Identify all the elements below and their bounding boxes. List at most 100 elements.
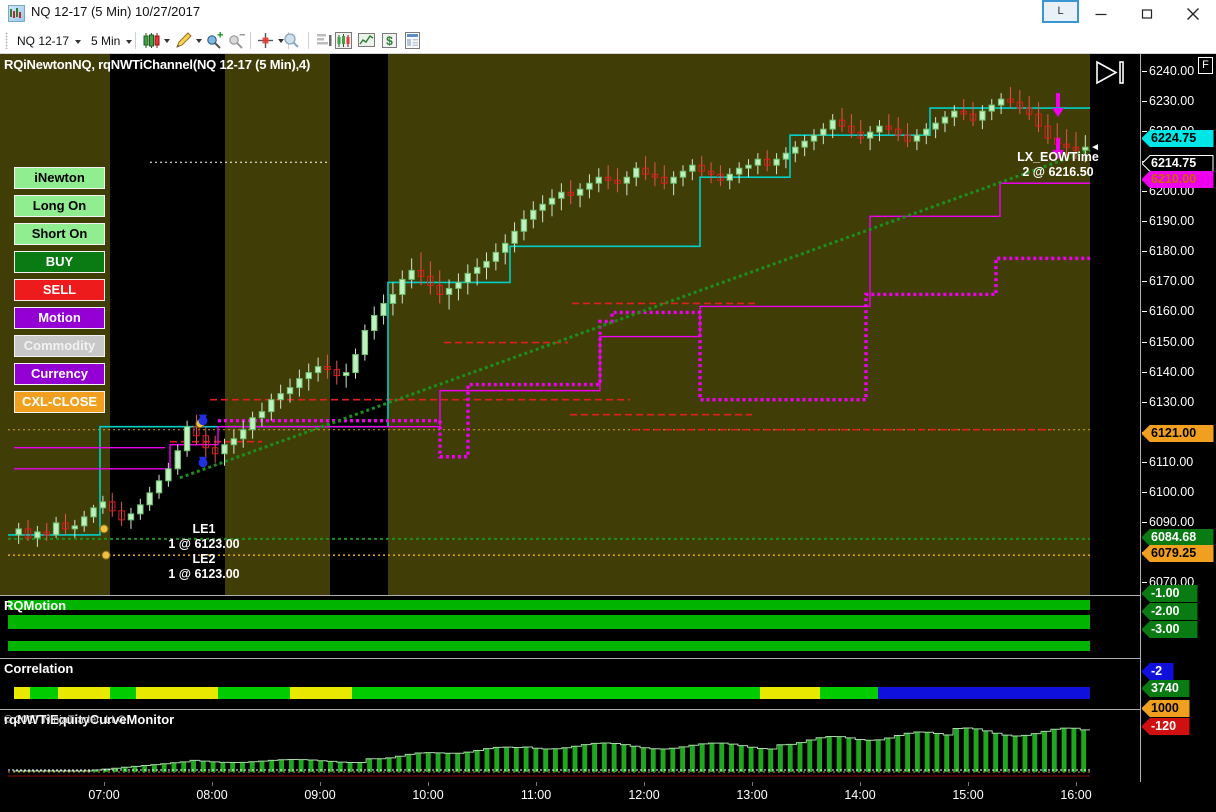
order-button-panel[interactable]: iNewton Long On Short On BUY SELL Motion Commo…	[14, 167, 105, 419]
toolbar-separator	[308, 32, 309, 49]
toolbar-separator	[250, 32, 251, 49]
marker-value: 1000	[1151, 701, 1179, 715]
toolbar-separator	[135, 32, 136, 49]
order-button-motion[interactable]: Motion	[14, 307, 105, 329]
equity-pane[interactable]: rqNWTiEquityCurveMonitor	[0, 709, 1140, 782]
order-entry-icon[interactable]: $	[380, 31, 399, 50]
drawing-tools-icon[interactable]	[174, 31, 193, 50]
time-label: 11:00	[520, 788, 552, 802]
time-label: 16:00	[1060, 788, 1092, 802]
annotation-le1: LE1 1 @ 6123.00	[168, 522, 239, 552]
marker-value: 6079.25	[1151, 546, 1197, 560]
time-tick	[644, 782, 645, 786]
marker-value: 6121.00	[1151, 426, 1197, 440]
instrument-selector[interactable]: NQ 12-17	[12, 30, 86, 51]
toolbar-grip[interactable]	[5, 32, 8, 49]
order-button-sell[interactable]: SELL	[14, 279, 105, 301]
layout-button[interactable]: L	[1042, 0, 1079, 23]
time-tick	[860, 782, 861, 786]
chart-icon	[8, 5, 25, 22]
chevron-down-icon	[126, 40, 133, 44]
zoom-in-icon[interactable]	[205, 31, 224, 50]
annotation-le2: LE2 1 @ 6123.00	[168, 552, 239, 582]
chevron-down-icon[interactable]	[164, 39, 170, 43]
instrument-value: NQ 12-17	[17, 34, 70, 48]
window-title: NQ 12-17 (5 Min) 10/27/2017	[31, 4, 201, 19]
correlation-plot	[14, 687, 1090, 699]
strategies-icon[interactable]	[357, 31, 376, 50]
annotation-detail: 2 @ 6216.50	[1022, 165, 1094, 179]
time-tick	[104, 782, 105, 786]
flatten-indicator[interactable]: F	[1198, 57, 1213, 74]
end-of-data-icon	[1094, 59, 1128, 92]
order-button-cxl-close[interactable]: CXL-CLOSE	[14, 391, 105, 413]
time-label: 10:00	[412, 788, 444, 802]
chart-area[interactable]: RQiNewtonNQ, rqNWTiChannel(NQ 12-17 (5 M…	[0, 54, 1216, 812]
annotation-label: LX_EOWTime	[1017, 150, 1099, 164]
order-button-inewton[interactable]: iNewton	[14, 167, 105, 189]
chevron-down-icon[interactable]	[196, 39, 202, 43]
time-label: 15:00	[952, 788, 984, 802]
time-label: 14:00	[844, 788, 876, 802]
time-label: 13:00	[736, 788, 768, 802]
marker-value: -120	[1151, 719, 1177, 733]
magnifier-icon[interactable]	[282, 31, 301, 50]
rqmotion-plot	[8, 600, 1090, 651]
annotation-detail: 1 @ 6123.00	[168, 537, 240, 551]
zoom-out-icon[interactable]	[227, 31, 246, 50]
interval-value: 5 Min	[91, 34, 121, 48]
candlestick-style-icon[interactable]	[142, 31, 161, 50]
time-tick	[320, 782, 321, 786]
chart-title: RQiNewtonNQ, rqNWTiChannel(NQ 12-17 (5 M…	[4, 57, 311, 72]
minimize-icon[interactable]	[1078, 0, 1124, 27]
annotation-label: LE2	[192, 552, 216, 566]
time-axis[interactable]: 07:00 08:00 09:00 10:00 11:00 12:00 13:00 14:00…	[0, 782, 1140, 812]
time-tick	[536, 782, 537, 786]
time-tick	[428, 782, 429, 786]
copyright-text: © 2017 NinjaTrader, LLC	[4, 714, 126, 726]
chevron-down-icon	[75, 40, 82, 44]
annotation-detail: 1 @ 6123.00	[168, 567, 240, 581]
time-label: 09:00	[304, 788, 336, 802]
data-series-icon[interactable]	[315, 31, 334, 50]
correlation-pane[interactable]: Correlation	[0, 658, 1140, 709]
time-tick	[212, 782, 213, 786]
time-tick	[752, 782, 753, 786]
interval-selector[interactable]: 5 Min	[86, 30, 137, 51]
time-label: 07:00	[88, 788, 120, 802]
ninjatrader-chart-window: NQ 12-17 (5 Min) 10/27/2017 L NQ 12-17 5…	[0, 0, 1216, 812]
crosshair-icon[interactable]	[256, 31, 275, 50]
order-button-short-on[interactable]: Short On	[14, 223, 105, 245]
marker-value: 6214.75	[1151, 156, 1197, 170]
toolbar: NQ 12-17 5 Min $	[0, 27, 1216, 54]
price-plot	[8, 87, 1098, 560]
time-label: 12:00	[628, 788, 660, 802]
marker-value: -2	[1151, 664, 1163, 678]
title-bar: NQ 12-17 (5 Min) 10/27/2017 L	[0, 0, 1216, 27]
time-label: 08:00	[196, 788, 228, 802]
price-pane[interactable]: RQiNewtonNQ, rqNWTiChannel(NQ 12-17 (5 M…	[0, 54, 1140, 595]
order-button-currency[interactable]: Currency	[14, 363, 105, 385]
close-icon[interactable]	[1170, 0, 1216, 27]
time-tick	[1076, 782, 1077, 786]
rqmotion-pane[interactable]: RQMotion	[0, 595, 1140, 658]
marker-value: 6210.00	[1151, 172, 1197, 186]
order-button-buy[interactable]: BUY	[14, 251, 105, 273]
rqmotion-label: RQMotion	[4, 598, 67, 613]
order-button-commodity[interactable]: Commodity	[14, 335, 105, 357]
indicators-icon[interactable]	[334, 31, 353, 50]
maximize-icon[interactable]	[1124, 0, 1170, 27]
marker-value: -3.00	[1151, 622, 1180, 636]
marker-value: 6084.68	[1151, 530, 1197, 544]
price-scale[interactable]: F 6240.006230.006220.006210.006200.00619…	[1140, 54, 1216, 782]
properties-icon[interactable]	[403, 31, 422, 50]
time-tick	[968, 782, 969, 786]
order-button-long-on[interactable]: Long On	[14, 195, 105, 217]
marker-value: 3740	[1151, 681, 1179, 695]
marker-value: -1.00	[1151, 586, 1180, 600]
annotation-lx-eowtime: LX_EOWTime 2 @ 6216.50	[1017, 150, 1099, 180]
marker-value: -2.00	[1151, 604, 1180, 618]
correlation-label: Correlation	[4, 661, 74, 676]
svg-text:$: $	[386, 34, 393, 48]
marker-value: 6224.75	[1151, 131, 1197, 145]
